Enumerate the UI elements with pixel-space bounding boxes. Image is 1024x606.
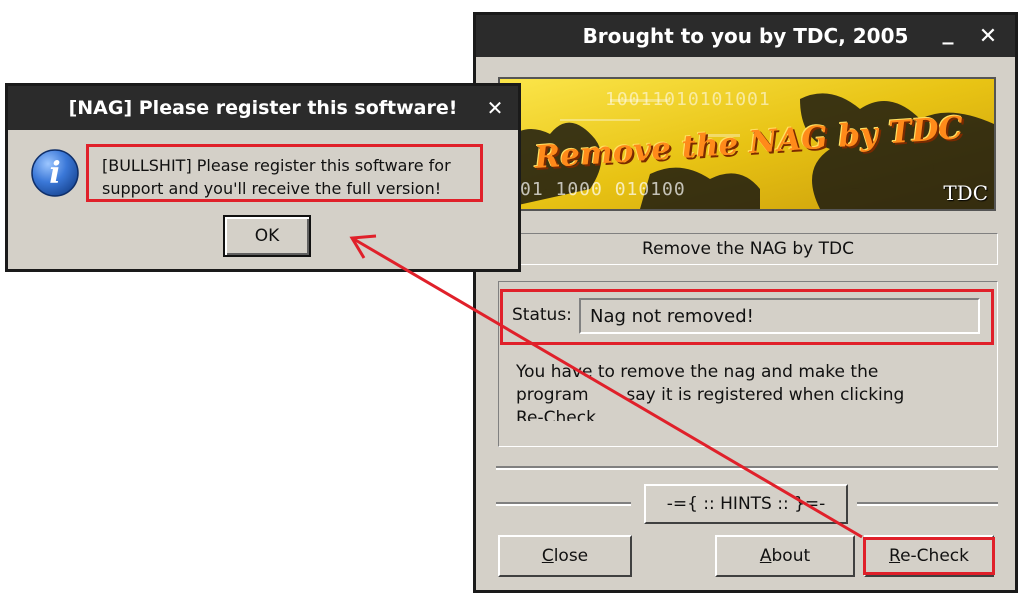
about-button-label: About (759, 546, 811, 566)
nag-close-button[interactable]: ✕ (480, 86, 510, 130)
minimize-button[interactable]: _ (933, 11, 963, 53)
instructions-text: You have to remove the nag and make the … (516, 361, 986, 421)
tdc-banner: 10011010101001 01 1000 010100 Remove the… (498, 77, 996, 211)
hints-button[interactable]: -={ :: HINTS :: }=- (644, 484, 848, 524)
instructions-line-1: You have to remove the nag and make the (516, 362, 879, 382)
nag-dialog: [NAG] Please register this software! ✕ i… (5, 83, 521, 272)
close-icon: ✕ (978, 23, 998, 49)
status-highlight (500, 289, 994, 345)
instructions-line-3: Re-Check (516, 408, 596, 421)
ok-button-label: OK (254, 226, 280, 246)
banner-binary-bottom: 01 1000 010100 (520, 179, 686, 200)
separator-right (857, 502, 998, 506)
ok-button[interactable]: OK (223, 215, 311, 257)
main-window-title: Brought to you by TDC, 2005 (582, 24, 909, 48)
hints-button-label: -={ :: HINTS :: }=- (666, 494, 826, 514)
svg-text:i: i (49, 156, 60, 191)
main-window: Brought to you by TDC, 2005 _ ✕ 10011010… (473, 12, 1018, 593)
instructions-line-2: program say it is registered when clicki… (516, 385, 905, 405)
close-button[interactable]: Close (498, 535, 632, 577)
banner-logo: TDC (943, 181, 988, 205)
separator-left (496, 502, 631, 506)
subtitle-text: Remove the NAG by TDC (642, 239, 854, 259)
close-button-label: Close (541, 546, 589, 566)
main-window-titlebar[interactable]: Brought to you by TDC, 2005 _ ✕ (476, 15, 1015, 57)
nag-dialog-title: [NAG] Please register this software! (68, 97, 458, 119)
about-button[interactable]: About (715, 535, 855, 577)
recheck-highlight (863, 537, 995, 575)
subtitle-panel: Remove the NAG by TDC (498, 233, 998, 265)
close-icon: ✕ (486, 96, 504, 120)
info-icon: i (30, 148, 80, 198)
separator-top (496, 466, 998, 470)
nag-dialog-titlebar[interactable]: [NAG] Please register this software! ✕ (8, 86, 518, 130)
nag-message-highlight (86, 144, 483, 202)
banner-binary-top: 10011010101001 (605, 89, 771, 110)
main-close-button[interactable]: ✕ (973, 15, 1003, 57)
minimize-icon: _ (942, 19, 954, 45)
info-icon-graphic: i (31, 149, 79, 197)
